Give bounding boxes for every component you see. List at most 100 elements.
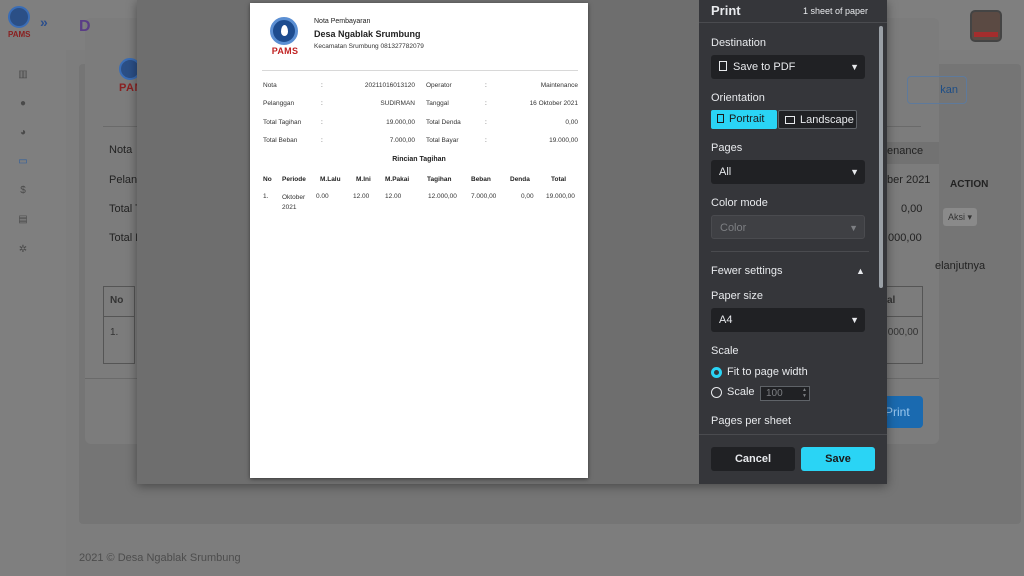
field-colon: : <box>485 137 487 144</box>
action-header: ACTION <box>950 179 989 190</box>
dollar-icon[interactable]: $ <box>17 186 29 196</box>
table-cell: 0,00 <box>521 193 534 200</box>
orientation-landscape-button[interactable]: Landscape <box>778 110 857 129</box>
scale-custom-label[interactable]: Scale <box>727 386 755 398</box>
field-value-total-tagihan: 19.000,00 <box>386 119 415 126</box>
table-cell-no: 1. <box>110 327 119 338</box>
modal-label-nota: Nota <box>109 144 133 156</box>
settings-divider <box>711 251 869 252</box>
scale-custom-radio[interactable] <box>711 387 722 398</box>
dashboard-icon[interactable]: ◕ <box>17 128 29 138</box>
field-colon: : <box>485 82 487 89</box>
orientation-landscape-label: Landscape <box>800 114 854 126</box>
field-colon: : <box>321 82 323 89</box>
table-header: Denda <box>510 176 530 183</box>
modal-value-denda: 0,00 <box>901 203 923 215</box>
pages-label: Pages <box>711 142 743 154</box>
pages-value: All <box>719 166 732 178</box>
field-value-total-denda: 0,00 <box>565 119 578 126</box>
table-cell: 12.00 <box>385 193 402 200</box>
field-value-total-bayar: 19.000,00 <box>549 137 578 144</box>
aksi-dropdown[interactable]: Aksi ▾ <box>943 208 977 226</box>
print-settings-panel: Print 1 sheet of paper Destination Save … <box>699 0 887 484</box>
table-header: Periode <box>282 176 306 183</box>
chart-icon[interactable]: ▥ <box>17 70 29 80</box>
table-cell: Oktober 2021 <box>282 194 306 211</box>
billing-icon[interactable]: ▭ <box>17 157 29 167</box>
app-footer: 2021 © Desa Ngablak Srumbung <box>79 552 241 564</box>
cancel-button[interactable]: Cancel <box>711 447 795 471</box>
table-cell: 1. <box>263 193 269 200</box>
scale-fit-radio[interactable] <box>711 367 722 378</box>
portrait-page-icon <box>717 114 724 123</box>
paper-size-select[interactable]: A4 ▼ <box>711 308 865 332</box>
modal-table-left: No 1. <box>103 286 135 364</box>
destination-label: Destination <box>711 37 767 49</box>
chevron-down-icon: ▼ <box>850 62 859 72</box>
field-value-total-beban: 7.000,00 <box>389 137 415 144</box>
scale-fit-label[interactable]: Fit to page width <box>727 366 808 378</box>
field-label-total-beban: Total Beban <box>263 137 298 144</box>
document-logo: PAMS <box>270 17 300 59</box>
app-sidebar: PAMS » ▥ ● ◕ ▭ $ ▤ ✲ <box>0 0 66 576</box>
field-label-nota: Nota <box>263 82 277 89</box>
logo-text: PAMS <box>8 30 31 39</box>
table-cell: 19.000,00 <box>546 193 575 200</box>
document-divider <box>262 70 578 71</box>
table-header: M.Lalu <box>320 176 341 183</box>
print-dialog: PAMS Nota Pembayaran Desa Ngablak Srumbu… <box>137 0 887 484</box>
next-link[interactable]: elanjutnya <box>935 260 985 272</box>
modal-value-bayar: .000,00 <box>885 232 922 244</box>
footer-divider <box>699 434 887 435</box>
save-button[interactable]: Save <box>801 447 875 471</box>
footer-name: Desa Ngablak Srumbung <box>117 552 241 564</box>
destination-select[interactable]: Save to PDF ▼ <box>711 55 865 79</box>
color-mode-value: Color <box>720 222 747 234</box>
field-label-tanggal: Tanggal <box>426 100 449 107</box>
document-icon[interactable]: ▤ <box>17 215 29 225</box>
table-header: Beban <box>471 176 491 183</box>
paper-size-label: Paper size <box>711 290 763 302</box>
landscape-page-icon <box>785 116 795 124</box>
settings-icon[interactable]: ✲ <box>17 245 29 255</box>
app-logo[interactable]: PAMS <box>8 6 32 40</box>
field-value-operator: Maintenance <box>540 82 578 89</box>
sidebar-toggle-icon[interactable]: » <box>40 14 48 30</box>
pages-select[interactable]: All ▼ <box>711 160 865 184</box>
table-cell-total: .000,00 <box>885 327 919 338</box>
table-cell: 12.000,00 <box>428 193 457 200</box>
scale-label: Scale <box>711 345 739 357</box>
spinner-icon[interactable]: ▲ ▼ <box>802 387 807 399</box>
logo-emblem-icon <box>8 6 30 28</box>
sheet-count: 1 sheet of paper <box>802 6 868 16</box>
table-header: Total <box>551 176 567 183</box>
field-colon: : <box>321 119 323 126</box>
users-icon[interactable]: ● <box>17 99 29 109</box>
field-colon: : <box>321 137 323 144</box>
color-mode-label: Color mode <box>711 197 768 209</box>
field-colon: : <box>485 119 487 126</box>
settings-scrollbar-thumb[interactable] <box>879 26 883 288</box>
field-label-total-bayar: Total Bayar <box>426 137 459 144</box>
document-header-title: Nota Pembayaran <box>314 18 371 25</box>
document-header-subtitle: Kecamatan Srumbung 081327782079 <box>314 43 424 50</box>
table-header-no: No <box>104 287 134 317</box>
orientation-portrait-label: Portrait <box>729 113 765 125</box>
modal-value-tanggal: ber 2021 <box>887 174 931 186</box>
water-drop-icon <box>270 17 298 45</box>
field-colon: : <box>321 100 323 107</box>
avatar[interactable] <box>970 10 1002 42</box>
destination-value: Save to PDF <box>733 61 796 73</box>
modal-action-button[interactable]: kan <box>907 76 967 104</box>
chevron-up-icon[interactable]: ▲ <box>856 266 865 276</box>
field-label-total-tagihan: Total Tagihan <box>263 119 302 126</box>
orientation-portrait-button[interactable]: Portrait <box>711 110 777 129</box>
chevron-down-icon: ▼ <box>850 167 859 177</box>
scale-input[interactable]: 100 ▲ ▼ <box>760 386 810 401</box>
field-label-pelanggan: Pelanggan <box>263 100 295 107</box>
modal-print-button[interactable]: Print <box>883 396 923 428</box>
chevron-down-icon: ▼ <box>849 223 858 233</box>
field-value-pelanggan: SUDIRMAN <box>380 100 415 107</box>
field-colon: : <box>485 100 487 107</box>
fewer-settings-toggle[interactable]: Fewer settings <box>711 265 783 277</box>
